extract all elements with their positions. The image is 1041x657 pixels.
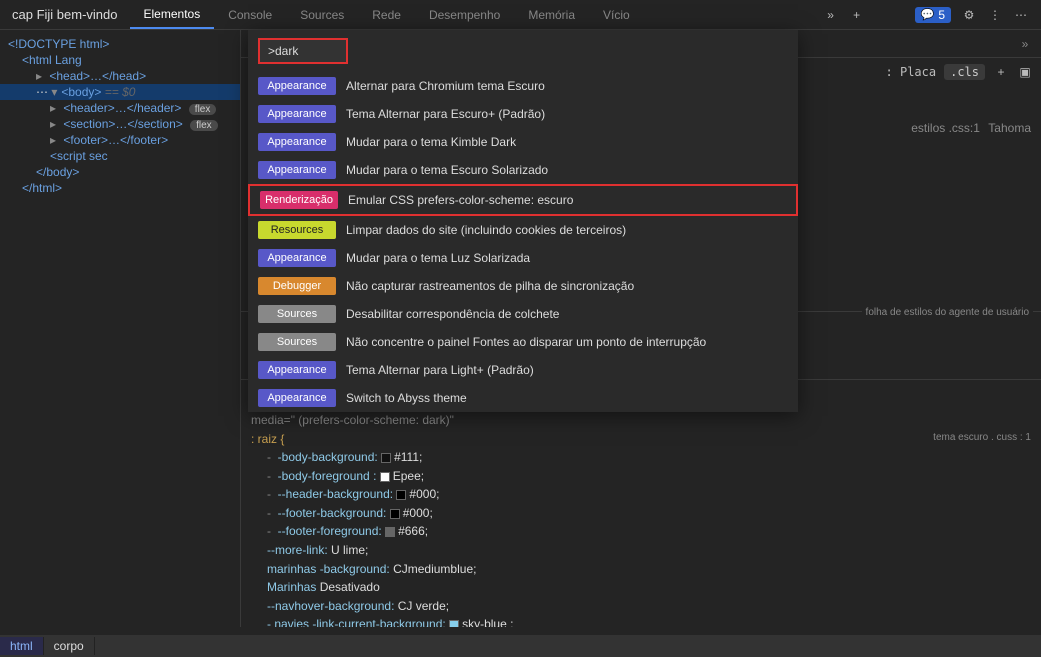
css-variable[interactable]: --navhover-background: CJ verde; — [267, 597, 1031, 616]
command-text: Mudar para o tema Kimble Dark — [346, 135, 516, 149]
command-item[interactable]: Appearance Mudar para o tema Escuro Solar… — [248, 156, 798, 184]
command-input[interactable] — [258, 38, 348, 64]
command-text: Desabilitar correspondência de colchete — [346, 307, 559, 321]
tab-performance[interactable]: Desempenho — [415, 0, 514, 29]
command-item[interactable]: Appearance Tema Alternar para Escuro+ (Pa… — [248, 100, 798, 128]
tab-network[interactable]: Rede — [358, 0, 415, 29]
cls-toggle[interactable]: .cls — [944, 64, 985, 80]
gear-icon[interactable]: ⚙ — [961, 7, 977, 23]
css-variable[interactable]: - navies -link-current-background: sky-b… — [267, 615, 1031, 627]
media-query: media=" (prefers-color-scheme: dark)" — [251, 411, 1031, 430]
tab-console[interactable]: Console — [214, 0, 286, 29]
dom-node[interactable]: <!DOCTYPE html> — [0, 36, 240, 52]
css-variable[interactable]: --more-link: U lime; — [267, 541, 1031, 560]
command-list: Appearance Alternar para Chromium tema Es… — [248, 72, 798, 412]
command-item[interactable]: Appearance Switch to Abyss theme — [248, 384, 798, 412]
dom-node[interactable]: ▸ <footer>…</footer> — [0, 132, 240, 148]
command-text: Mudar para o tema Luz Solarizada — [346, 251, 530, 265]
agent-stylesheet-label: folha de estilos do agente de usuário — [862, 305, 1033, 321]
dom-node[interactable]: ▸ <head>…</head> — [0, 68, 240, 84]
dom-node[interactable]: ⋯ ▾<body> == $0 — [0, 84, 240, 100]
command-text: Tema Alternar para Escuro+ (Padrão) — [346, 107, 545, 121]
category-badge: Appearance — [258, 389, 336, 407]
category-badge: Appearance — [258, 249, 336, 267]
crumb-body[interactable]: corpo — [44, 637, 95, 655]
command-text: Alternar para Chromium tema Escuro — [346, 79, 545, 93]
source-link[interactable]: tema escuro . cuss : 1 — [933, 430, 1031, 449]
dom-node[interactable]: <html Lang — [0, 52, 240, 68]
css-variable[interactable]: - --header-background: #000; — [267, 485, 1031, 504]
command-text: Switch to Abyss theme — [346, 391, 467, 405]
tab-sources[interactable]: Sources — [286, 0, 358, 29]
plus-icon[interactable]: + — [849, 7, 865, 23]
tab-memory[interactable]: Memória — [514, 0, 589, 29]
css-variable[interactable]: - -body-background: #111; — [267, 448, 1031, 467]
command-palette: Appearance Alternar para Chromium tema Es… — [248, 30, 798, 412]
command-text: Mudar para o tema Escuro Solarizado — [346, 163, 548, 177]
chevrons-icon[interactable]: » — [1017, 36, 1033, 52]
command-item[interactable]: Renderização Emular CSS prefers-color-sch… — [248, 184, 798, 216]
category-badge: Resources — [258, 221, 336, 239]
category-badge: Sources — [258, 305, 336, 323]
dom-node[interactable]: ▸ <header>…</header> flex — [0, 100, 240, 116]
command-item[interactable]: Debugger Não capturar rastreamentos de pi… — [248, 272, 798, 300]
css-variable[interactable]: - --footer-foreground: #666; — [267, 522, 1031, 541]
command-item[interactable]: Resources Limpar dados do site (incluindo… — [248, 216, 798, 244]
dom-tree[interactable]: <!DOCTYPE html><html Lang▸ <head>…</head… — [0, 30, 240, 627]
command-text: Emular CSS prefers-color-scheme: escuro — [348, 193, 573, 207]
command-item[interactable]: Appearance Alternar para Chromium tema Es… — [248, 72, 798, 100]
dom-node[interactable]: </body> — [0, 164, 240, 180]
command-text: Limpar dados do site (incluindo cookies … — [346, 223, 626, 237]
issues-badge[interactable]: 💬 5 — [915, 7, 951, 23]
rule-selector: : raiz { — [251, 430, 284, 449]
css-variable[interactable]: - --footer-background: #000; — [267, 504, 1031, 523]
top-toolbar: cap Fiji bem-vindo Elementos Console Sou… — [0, 0, 1041, 30]
command-item[interactable]: Appearance Mudar para o tema Luz Solariza… — [248, 244, 798, 272]
tab-elements[interactable]: Elementos — [130, 0, 215, 29]
tab-application[interactable]: Vício — [589, 0, 644, 29]
category-badge: Appearance — [258, 133, 336, 151]
category-badge: Appearance — [258, 161, 336, 179]
command-text: Não concentre o painel Fontes ao dispara… — [346, 335, 706, 349]
breadcrumb: html corpo — [0, 635, 1041, 657]
category-badge: Debugger — [258, 277, 336, 295]
css-variable[interactable]: Marinhas Desativado — [267, 578, 1031, 597]
command-item[interactable]: Appearance Tema Alternar para Light+ (Pad… — [248, 356, 798, 384]
plus-icon[interactable]: + — [993, 64, 1009, 80]
category-badge: Renderização — [260, 191, 338, 209]
command-text: Tema Alternar para Light+ (Padrão) — [346, 363, 534, 377]
css-variable[interactable]: - -body-foreground : Epee; — [267, 467, 1031, 486]
command-item[interactable]: Sources Desabilitar correspondência de co… — [248, 300, 798, 328]
command-text: Não capturar rastreamentos de pilha de s… — [346, 279, 634, 293]
box-icon[interactable]: ▣ — [1017, 64, 1033, 80]
chevrons-icon[interactable]: » — [823, 7, 839, 23]
crumb-html[interactable]: html — [0, 637, 44, 655]
badge-count: 5 — [938, 8, 945, 22]
more-icon[interactable]: ⋯ — [1013, 7, 1029, 23]
dom-node[interactable]: <script sec — [0, 148, 240, 164]
menu-icon[interactable]: ⋮ — [987, 7, 1003, 23]
filter-label: : Placa — [886, 65, 937, 79]
dom-node[interactable]: ▸ <section>…</section> flex — [0, 116, 240, 132]
category-badge: Sources — [258, 333, 336, 351]
dom-node[interactable]: </html> — [0, 180, 240, 196]
category-badge: Appearance — [258, 361, 336, 379]
category-badge: Appearance — [258, 77, 336, 95]
panel-tabs: Elementos Console Sources Rede Desempenh… — [130, 0, 644, 29]
command-item[interactable]: Appearance Mudar para o tema Kimble Dark — [248, 128, 798, 156]
page-title: cap Fiji bem-vindo — [0, 7, 130, 22]
command-item[interactable]: Sources Não concentre o painel Fontes ao … — [248, 328, 798, 356]
css-variable[interactable]: marinhas -background: CJmediumblue; — [267, 560, 1031, 579]
category-badge: Appearance — [258, 105, 336, 123]
